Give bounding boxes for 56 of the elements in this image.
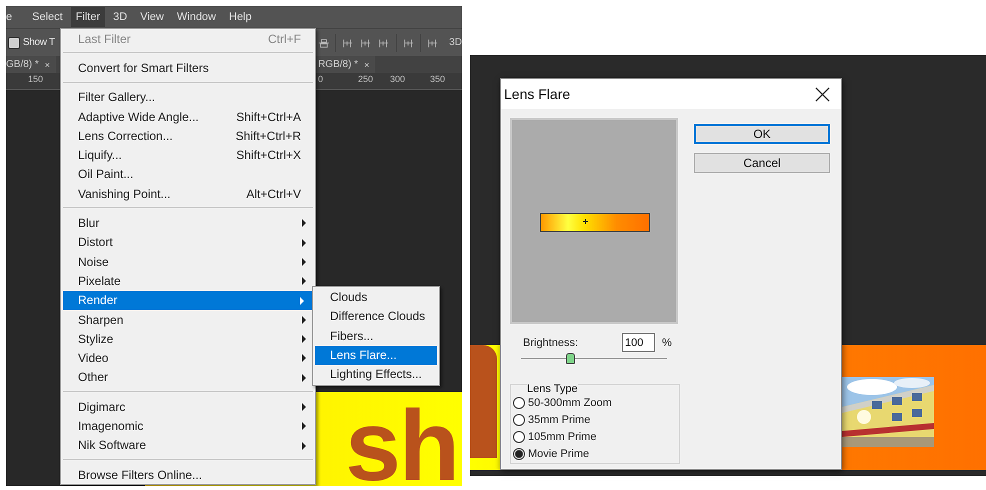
- tab-title: RGB/8) *: [318, 59, 358, 70]
- menu-item[interactable]: Render: [63, 290, 313, 310]
- menu-item[interactable]: Pixelate: [61, 271, 315, 291]
- menu-item[interactable]: Liquify... Shift+Ctrl+X: [61, 145, 315, 165]
- group-title: Lens Type: [527, 383, 578, 395]
- radio-label[interactable]: 35mm Prime: [528, 414, 590, 426]
- menu-item[interactable]: Imagenomic: [61, 416, 315, 436]
- menu-item[interactable]: Difference Clouds: [313, 307, 439, 327]
- radio-label[interactable]: Movie Prime: [528, 448, 590, 460]
- menu-item[interactable]: Filter: [70, 7, 106, 27]
- document-tab[interactable]: GB/8) * ×: [6, 56, 56, 73]
- radio-label[interactable]: 50-300mm Zoom: [528, 396, 612, 408]
- menu-item[interactable]: e: [6, 7, 18, 27]
- menu-item[interactable]: Other: [61, 368, 315, 388]
- close-button[interactable]: ×: [364, 60, 370, 70]
- menu-item[interactable]: Clouds: [313, 288, 439, 308]
- menu-item[interactable]: Filter Gallery...: [61, 88, 315, 107]
- menu-item[interactable]: Noise: [61, 252, 315, 272]
- menu-item[interactable]: 3D: [108, 7, 132, 27]
- menu-item[interactable]: Stylize: [61, 329, 315, 348]
- unit-label: %: [662, 336, 672, 348]
- checkbox-label: Show T: [22, 37, 56, 48]
- menu-item[interactable]: Distort: [61, 232, 315, 252]
- menu-item[interactable]: Oil Paint...: [61, 164, 315, 184]
- menu-item[interactable]: View: [135, 7, 169, 27]
- ruler-number: 0: [318, 74, 324, 84]
- menu-item[interactable]: Lens Flare...: [315, 346, 437, 366]
- menu-item[interactable]: Window: [172, 7, 221, 27]
- ruler-number: 300: [390, 74, 406, 84]
- menu-item[interactable]: Select: [27, 7, 68, 27]
- tab-title: GB/8) *: [6, 59, 39, 70]
- ruler-number: 250: [358, 74, 374, 84]
- ruler-number: 350: [430, 74, 446, 84]
- toolbar-label: 3D: [449, 37, 462, 48]
- menu-item[interactable]: Video: [61, 348, 315, 368]
- menu-item[interactable]: Lens Correction... Shift+Ctrl+R: [61, 126, 315, 146]
- brightness-label: Brightness:: [523, 336, 580, 348]
- cancel-button[interactable]: Cancel: [694, 153, 830, 173]
- menu-item[interactable]: Fibers...: [313, 326, 439, 346]
- menu-item[interactable]: Adaptive Wide Angle... Shift+Ctrl+A: [61, 106, 315, 126]
- menu-item[interactable]: Nik Software: [61, 436, 315, 455]
- menu-item[interactable]: Digimarc: [61, 397, 315, 416]
- close-button[interactable]: ×: [44, 60, 50, 70]
- menu-item[interactable]: Lighting Effects...: [313, 365, 439, 384]
- banner-text: sh: [345, 406, 458, 486]
- menu-item[interactable]: Sharpen: [61, 310, 315, 330]
- dialog-title: Lens Flare: [504, 86, 570, 102]
- menu-item[interactable]: Convert for Smart Filters: [61, 58, 315, 78]
- ruler-number: 150: [28, 74, 44, 84]
- ok-button[interactable]: OK: [694, 124, 830, 144]
- radio-label[interactable]: 105mm Prime: [528, 430, 596, 442]
- menu-item[interactable]: Browse Filters Online...: [61, 464, 315, 484]
- menu-item[interactable]: Help: [224, 7, 257, 27]
- menu-item[interactable]: Vanishing Point... Alt+Ctrl+V: [61, 184, 315, 204]
- brightness-field[interactable]: 100: [622, 333, 655, 352]
- menu-item[interactable]: Blur: [61, 213, 315, 233]
